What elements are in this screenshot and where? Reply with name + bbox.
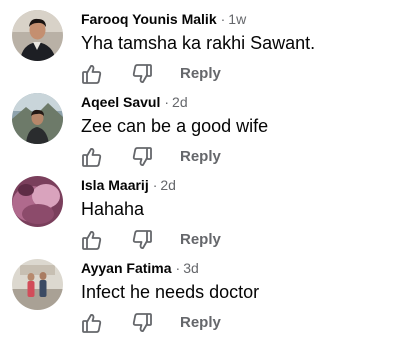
comment-item: Isla Maarij · 2d Hahaha Reply: [0, 166, 411, 251]
comment-actions: Reply: [81, 146, 241, 168]
avatar[interactable]: [12, 93, 63, 144]
author-name[interactable]: Ayyan Fatima: [81, 260, 172, 276]
comment-item: Farooq Younis Malik · 1w Yha tamsha ka rak…: [0, 0, 411, 85]
comment-meta: Farooq Younis Malik · 1w: [81, 10, 246, 28]
comment-item: Ayyan Fatima · 3d Infect he needs doctor R…: [0, 249, 411, 334]
thumbs-up-icon[interactable]: [81, 146, 103, 168]
comment-text: Hahaha: [81, 199, 145, 219]
avatar-photo: [12, 10, 63, 61]
meta-separator: ·: [164, 94, 170, 110]
comment-item: Aqeel Savul · 2d Zee can be a good wife Re…: [0, 83, 411, 168]
reply-button[interactable]: Reply: [180, 148, 221, 166]
meta-separator: ·: [152, 177, 158, 193]
comment-actions: Reply: [81, 312, 241, 334]
thumbs-down-icon[interactable]: [131, 63, 153, 85]
avatar-photo: [12, 93, 63, 144]
reply-button[interactable]: Reply: [180, 65, 221, 83]
reply-button[interactable]: Reply: [180, 314, 221, 332]
thumbs-up-icon[interactable]: [81, 63, 103, 85]
comment-time[interactable]: 3d: [183, 260, 199, 276]
comment-text: Infect he needs doctor: [81, 282, 260, 302]
meta-separator: ·: [220, 11, 226, 27]
thumbs-down-icon[interactable]: [131, 312, 153, 334]
avatar[interactable]: [12, 259, 63, 310]
comment-actions: Reply: [81, 229, 241, 251]
comment-text: Zee can be a good wife: [81, 116, 269, 136]
reply-button[interactable]: Reply: [180, 231, 221, 249]
avatar[interactable]: [12, 10, 63, 61]
author-name[interactable]: Isla Maarij: [81, 177, 149, 193]
thumbs-up-icon[interactable]: [81, 229, 103, 251]
comment-actions: Reply: [81, 63, 241, 85]
thumbs-down-icon[interactable]: [131, 229, 153, 251]
comment-time[interactable]: 1w: [228, 11, 246, 27]
avatar-photo: [12, 176, 63, 227]
avatar-photo: [12, 259, 63, 310]
comment-thread: Farooq Younis Malik · 1w Yha tamsha ka rak…: [0, 0, 411, 343]
author-name[interactable]: Farooq Younis Malik: [81, 11, 217, 27]
thumbs-up-icon[interactable]: [81, 312, 103, 334]
comment-time[interactable]: 2d: [172, 94, 188, 110]
meta-separator: ·: [175, 260, 181, 276]
avatar[interactable]: [12, 176, 63, 227]
comment-meta: Isla Maarij · 2d: [81, 176, 176, 194]
comment-meta: Ayyan Fatima · 3d: [81, 259, 199, 277]
author-name[interactable]: Aqeel Savul: [81, 94, 160, 110]
comment-time[interactable]: 2d: [160, 177, 176, 193]
comment-text: Yha tamsha ka rakhi Sawant.: [81, 33, 316, 53]
comment-meta: Aqeel Savul · 2d: [81, 93, 188, 111]
thumbs-down-icon[interactable]: [131, 146, 153, 168]
